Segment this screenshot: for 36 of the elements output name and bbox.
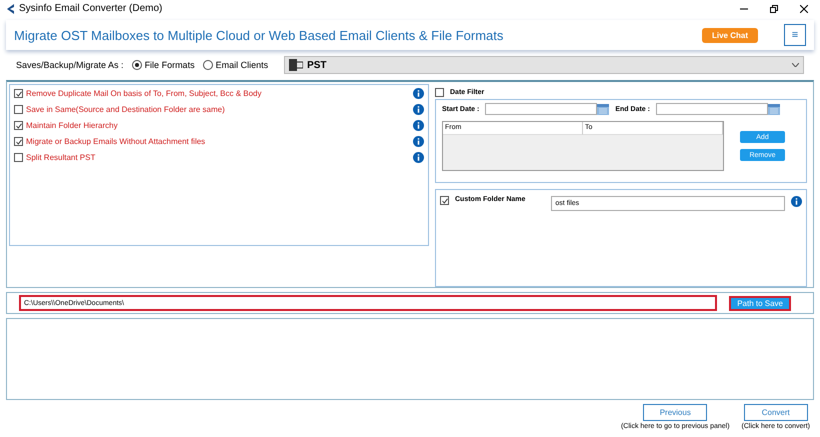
checkbox[interactable] <box>435 88 444 97</box>
path-to-save-button[interactable]: Path to Save <box>729 296 791 310</box>
restore-icon[interactable] <box>770 4 778 12</box>
option-label: Remove Duplicate Mail On basis of To, From, Subject, Bcc & Body <box>26 89 262 98</box>
window-title: Sysinfo Email Converter (Demo) <box>19 3 162 14</box>
checkbox[interactable] <box>440 196 449 205</box>
info-icon[interactable] <box>413 120 424 131</box>
nav-button[interactable]: Previous <box>643 404 708 421</box>
checkbox[interactable] <box>14 89 23 98</box>
save-as-label: Saves/Backup/Migrate As : <box>16 60 124 70</box>
info-icon[interactable] <box>791 196 802 207</box>
option-label: Maintain Folder Hierarchy <box>26 121 118 130</box>
option-label: Migrate or Backup Emails Without Attachment files <box>26 137 206 146</box>
option-label: Split Resultant PST <box>26 153 96 162</box>
calendar-icon[interactable] <box>597 104 610 114</box>
checkbox[interactable] <box>14 105 23 114</box>
info-icon[interactable] <box>413 88 424 99</box>
close-icon[interactable] <box>800 4 808 12</box>
file-format-icon <box>289 59 304 71</box>
header-title: Migrate OST Mailboxes to Multiple Cloud or Web Based Email Clients & File Formats <box>14 28 504 42</box>
menu-button[interactable]: ≡ <box>784 24 806 46</box>
format-dropdown[interactable]: PST <box>284 56 804 74</box>
checkbox[interactable] <box>14 153 23 162</box>
option-label: Save in Same(Source and Destination Folder are same) <box>26 105 225 114</box>
info-icon[interactable] <box>413 104 424 115</box>
calendar-icon[interactable] <box>768 104 780 114</box>
app-logo-icon <box>6 4 15 14</box>
nav-button[interactable]: Convert <box>744 404 808 421</box>
end-date-field[interactable] <box>656 103 768 115</box>
start-date-field[interactable] <box>485 103 598 115</box>
radio-option[interactable]: Email Clients <box>202 60 268 70</box>
checkbox[interactable] <box>14 137 23 146</box>
info-icon[interactable] <box>413 136 424 147</box>
info-icon[interactable] <box>413 152 424 163</box>
checkbox[interactable] <box>14 121 23 130</box>
radio-option[interactable]: File Formats <box>132 60 195 70</box>
